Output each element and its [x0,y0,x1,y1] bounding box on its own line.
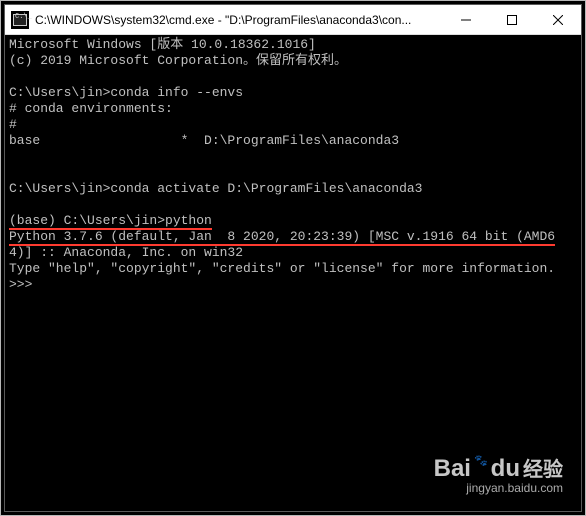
close-button[interactable] [535,5,581,34]
paw-icon: 🐾 [474,454,488,467]
highlighted-line: (base) C:\Users\jin>python [9,213,212,230]
watermark-url: jingyan.baidu.com [434,481,563,495]
output-line: 4)] :: Anaconda, Inc. on win32 [9,245,243,260]
window-title: C:\WINDOWS\system32\cmd.exe - "D:\Progra… [35,13,443,27]
maximize-button[interactable] [489,5,535,34]
cmd-icon: C:\_ [11,11,29,29]
watermark-brand: Bai🐾du 经验 [434,453,563,483]
cmd-window: C:\_ C:\WINDOWS\system32\cmd.exe - "D:\P… [4,4,582,512]
output-line: # conda environments: [9,101,173,116]
highlighted-line: Python 3.7.6 (default, Jan 8 2020, 20:23… [9,229,555,246]
brand-cn: 经验 [523,453,563,482]
prompt-line: C:\Users\jin>conda info --envs [9,85,243,100]
window-controls [443,5,581,34]
output-line: Microsoft Windows [版本 10.0.18362.1016] [9,37,316,52]
output-line: # [9,117,17,132]
output-line: Type "help", "copyright", "credits" or "… [9,261,555,276]
brand-text: Bai [434,455,471,483]
minimize-button[interactable] [443,5,489,34]
titlebar[interactable]: C:\_ C:\WINDOWS\system32\cmd.exe - "D:\P… [5,5,581,35]
brand-text: du [491,455,520,483]
output-line: (c) 2019 Microsoft Corporation。保留所有权利。 [9,53,347,68]
watermark: Bai🐾du 经验 jingyan.baidu.com [434,453,563,495]
prompt-line: C:\Users\jin>conda activate D:\ProgramFi… [9,181,422,196]
python-prompt: >>> [9,277,32,292]
cmd-icon-label: C:\_ [13,14,27,26]
terminal-area[interactable]: Microsoft Windows [版本 10.0.18362.1016] (… [5,35,581,511]
output-line: base * D:\ProgramFiles\anaconda3 [9,133,399,148]
